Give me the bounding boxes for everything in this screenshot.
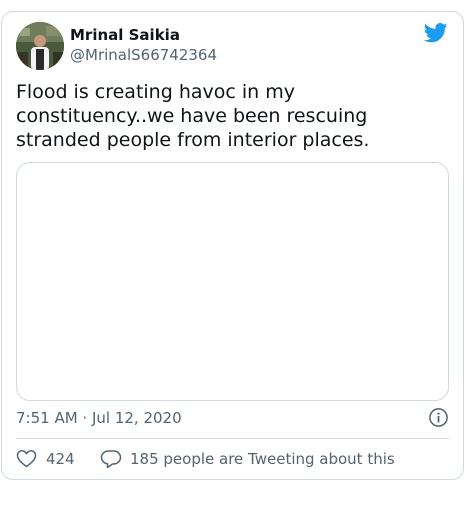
reply-link[interactable]: 185 people are Tweeting about this	[130, 450, 395, 468]
reply-bubble-icon[interactable]	[100, 449, 122, 469]
author-handle[interactable]: @MrinalS66742364	[70, 46, 217, 64]
tweet-timestamp[interactable]: 7:51 AM · Jul 12, 2020	[16, 409, 182, 427]
like-count[interactable]: 424	[46, 450, 75, 468]
twitter-logo-icon[interactable]	[423, 22, 448, 44]
tweet-text: Flood is creating havoc in my constituen…	[16, 81, 370, 151]
avatar[interactable]	[16, 22, 64, 70]
author-display-name[interactable]: Mrinal Saikia	[70, 26, 180, 44]
heart-icon[interactable]	[16, 449, 37, 468]
divider	[16, 438, 449, 439]
info-icon[interactable]	[428, 407, 449, 428]
tweet-media[interactable]	[16, 162, 449, 401]
